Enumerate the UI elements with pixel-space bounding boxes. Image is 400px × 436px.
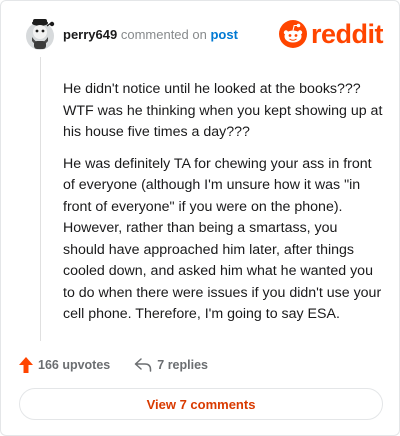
comment-card: perry649 commented on post reddit He did… — [0, 0, 400, 436]
upvote-arrow-icon — [19, 357, 33, 373]
commented-on-text: commented on — [120, 27, 207, 42]
reddit-snoo-icon — [278, 20, 307, 48]
thread-line — [40, 57, 41, 341]
comment-paragraph: He didn't notice until he looked at the … — [63, 81, 383, 140]
view-comments-button[interactable]: View 7 comments — [19, 388, 383, 420]
comment-paragraph: He was definitely TA for chewing your as… — [63, 155, 382, 323]
upvotes-button[interactable]: 166 upvotes — [19, 357, 110, 373]
reddit-wordmark: reddit — [310, 19, 384, 49]
replies-count: 7 replies — [157, 358, 208, 372]
reply-arrow-icon — [135, 358, 152, 372]
comment-body: He didn't notice until he looked at the … — [63, 79, 383, 336]
reddit-logo[interactable]: reddit — [278, 19, 384, 49]
user-avatar[interactable] — [21, 15, 59, 53]
comment-header: perry649 commented on post reddit — [21, 15, 384, 55]
replies-button[interactable]: 7 replies — [134, 358, 208, 372]
comment-meta: perry649 commented on post — [63, 27, 238, 43]
comment-actions: 166 upvotes 7 replies — [19, 355, 232, 375]
post-link[interactable]: post — [210, 27, 237, 42]
username-link[interactable]: perry649 — [63, 27, 117, 42]
upvotes-count: 166 upvotes — [38, 358, 111, 372]
